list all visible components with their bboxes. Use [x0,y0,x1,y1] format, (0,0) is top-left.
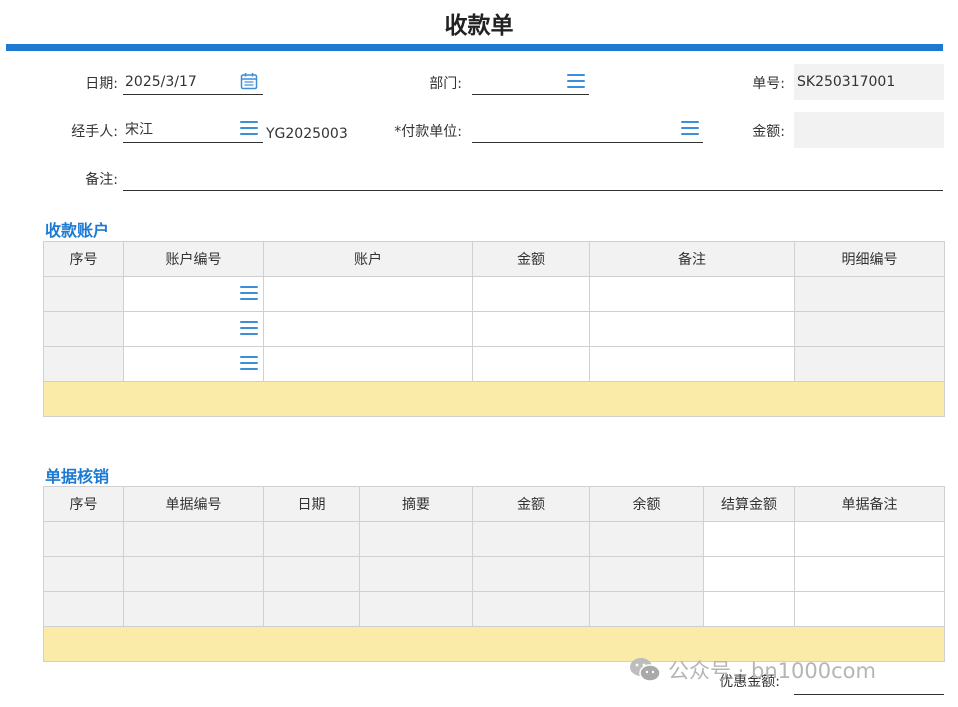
summary-cell [43,381,945,417]
summary-row [43,381,945,417]
amount-cell[interactable] [472,311,590,347]
table-row [43,521,945,557]
row-index-cell [43,346,124,382]
doc-remark-cell[interactable] [794,591,945,627]
column-header: 明细编号 [794,241,945,277]
row-index-cell [43,311,124,347]
amount-cell[interactable] [472,276,590,312]
summary-text-cell [359,521,473,557]
row-index-cell [43,276,124,312]
writeoff-section-title: 单据核销 [45,467,110,486]
amount-field [794,112,944,148]
handler-label: 经手人: [71,124,118,140]
wechat-icon [628,656,662,689]
column-header: 账户 [263,241,473,277]
column-header: 金额 [472,241,590,277]
remark-cell[interactable] [589,276,795,312]
doc-code-cell [123,521,264,557]
column-header: 单据备注 [794,486,945,522]
remark-field[interactable] [123,165,943,191]
column-header: 日期 [263,486,360,522]
account-code-cell[interactable] [123,276,264,312]
accounts-table: 序号 账户编号 账户 金额 备注 明细编号 [43,241,945,417]
table-row [43,556,945,592]
list-icon[interactable] [567,74,585,90]
amount-label: 金额: [752,124,785,140]
department-label: 部门: [429,76,462,92]
date-cell [263,591,360,627]
handler-code: YG2025003 [266,126,348,142]
summary-text-cell [359,556,473,592]
account-cell[interactable] [263,311,473,347]
column-header: 金额 [472,486,590,522]
doc-number-field: SK250317001 [794,64,944,100]
balance-cell [589,521,704,557]
settle-amount-cell[interactable] [703,521,795,557]
amount-cell [472,521,590,557]
column-header: 单据编号 [123,486,264,522]
account-code-cell[interactable] [123,311,264,347]
settle-amount-cell[interactable] [703,591,795,627]
balance-cell [589,591,704,627]
row-index-cell [43,591,124,627]
remark-cell[interactable] [589,346,795,382]
amount-cell [472,591,590,627]
remark-cell[interactable] [589,311,795,347]
row-index-cell [43,521,124,557]
column-header: 摘要 [359,486,473,522]
column-header: 余额 [589,486,704,522]
page-title: 收款单 [444,13,514,39]
table-row [43,311,945,347]
detail-code-cell [794,346,945,382]
list-icon[interactable] [681,121,699,137]
doc-code-cell [123,591,264,627]
detail-code-cell [794,311,945,347]
date-cell [263,556,360,592]
settle-amount-cell[interactable] [703,556,795,592]
list-icon[interactable] [240,286,258,302]
table-row [43,591,945,627]
watermark: 公众号 · bn1000com [628,655,876,689]
doc-remark-cell[interactable] [794,521,945,557]
payer-field[interactable] [472,117,703,143]
balance-cell [589,556,704,592]
remark-label: 备注: [85,172,118,188]
table-row [43,276,945,312]
amount-cell [472,556,590,592]
detail-code-cell [794,276,945,312]
date-label: 日期: [85,76,118,92]
title-divider [6,44,943,51]
list-icon[interactable] [240,356,258,372]
date-cell [263,521,360,557]
doc-number-label: 单号: [752,76,785,92]
list-icon[interactable] [240,121,258,137]
amount-cell[interactable] [472,346,590,382]
row-index-cell [43,556,124,592]
watermark-text: 公众号 · bn1000com [668,659,876,683]
account-cell[interactable] [263,346,473,382]
account-cell[interactable] [263,276,473,312]
column-header: 结算金额 [703,486,795,522]
writeoff-table: 序号 单据编号 日期 摘要 金额 余额 结算金额 单据备注 [43,486,945,662]
account-code-cell[interactable] [123,346,264,382]
doc-code-cell [123,556,264,592]
list-icon[interactable] [240,321,258,337]
summary-text-cell [359,591,473,627]
column-header: 序号 [43,241,124,277]
doc-remark-cell[interactable] [794,556,945,592]
payer-label: *付款单位: [394,124,462,140]
column-header: 序号 [43,486,124,522]
column-header: 账户编号 [123,241,264,277]
calendar-icon[interactable] [240,72,258,90]
accounts-section-title: 收款账户 [45,221,110,240]
column-header: 备注 [589,241,795,277]
table-row [43,346,945,382]
